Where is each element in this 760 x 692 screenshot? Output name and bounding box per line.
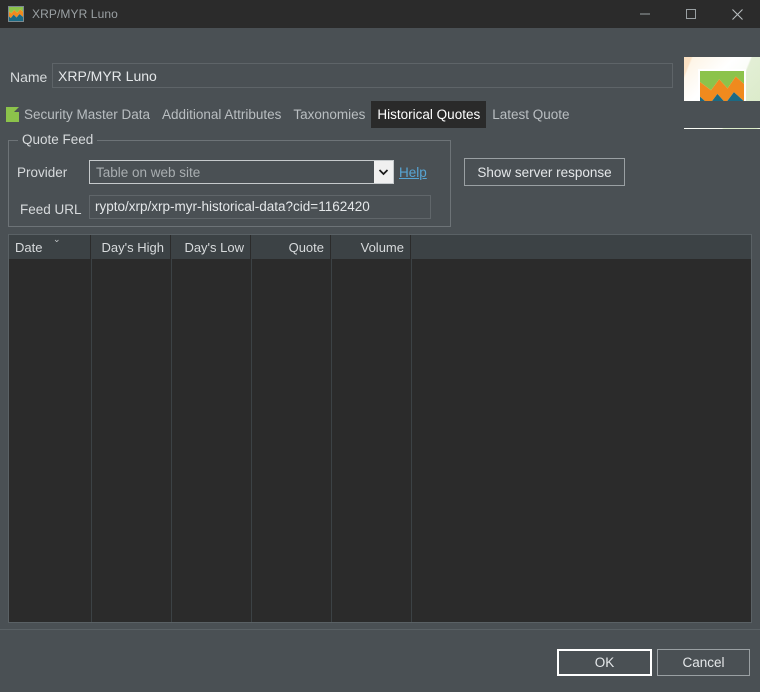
name-label: Name [10, 69, 48, 85]
tab-label: Latest Quote [492, 107, 570, 122]
chevron-down-icon[interactable] [374, 161, 393, 183]
tab-taxonomies[interactable]: Taxonomies [287, 101, 371, 128]
column-header-date[interactable]: Date ⌄ [9, 235, 91, 259]
column-header-label: Day's High [101, 239, 164, 255]
column-divider [411, 259, 412, 622]
column-divider [91, 259, 92, 622]
minimize-button[interactable] [622, 0, 668, 28]
tab-bar: Security Master Data Additional Attribut… [0, 101, 760, 128]
provider-select[interactable]: Table on web site [89, 160, 394, 184]
column-header-label: Date [15, 239, 43, 255]
document-icon [6, 107, 19, 122]
column-header-label: Volume [360, 239, 404, 255]
column-header-quote[interactable]: Quote [251, 235, 331, 259]
chart-icon-glyph [9, 7, 23, 21]
column-header-filler [411, 235, 751, 259]
name-row: Name [0, 28, 760, 129]
column-header-days-low[interactable]: Day's Low [171, 235, 251, 259]
ok-button[interactable]: OK [557, 649, 652, 676]
window-title: XRP/MYR Luno [32, 7, 118, 21]
close-button[interactable] [714, 0, 760, 28]
column-header-label: Quote [288, 239, 324, 255]
historical-quotes-table: Date ⌄ Day's High Day's Low Quote Volume [8, 234, 752, 623]
quote-feed-group-title: Quote Feed [18, 132, 98, 147]
window-controls [622, 0, 760, 28]
sort-indicator-icon: ⌄ [53, 235, 61, 244]
name-input[interactable] [52, 63, 673, 88]
tab-label: Taxonomies [293, 107, 366, 122]
table-header-row: Date ⌄ Day's High Day's Low Quote Volume [9, 235, 751, 259]
chart-icon [8, 6, 24, 22]
maximize-button[interactable] [668, 0, 714, 28]
tab-security-master-data[interactable]: Security Master Data [0, 101, 156, 128]
help-link[interactable]: Help [399, 165, 427, 180]
column-divider [331, 259, 332, 622]
tab-label: Historical Quotes [377, 107, 481, 122]
cancel-button[interactable]: Cancel [657, 649, 750, 676]
tab-additional-attributes[interactable]: Additional Attributes [156, 101, 287, 128]
column-header-volume[interactable]: Volume [331, 235, 411, 259]
feed-url-label: Feed URL [20, 202, 82, 217]
show-server-response-button[interactable]: Show server response [464, 158, 625, 186]
column-header-label: Day's Low [184, 239, 244, 255]
title-bar: XRP/MYR Luno [0, 0, 760, 28]
column-divider [171, 259, 172, 622]
provider-selected-value: Table on web site [96, 165, 201, 180]
tab-historical-quotes[interactable]: Historical Quotes [371, 101, 487, 128]
column-header-days-high[interactable]: Day's High [91, 235, 171, 259]
tab-latest-quote[interactable]: Latest Quote [486, 101, 575, 128]
tab-label: Security Master Data [24, 107, 151, 122]
tab-label: Additional Attributes [162, 107, 282, 122]
feed-url-input[interactable]: rypto/xrp/xrp-myr-historical-data?cid=11… [89, 195, 431, 219]
provider-label: Provider [17, 165, 68, 180]
column-divider [251, 259, 252, 622]
table-body [9, 259, 751, 622]
